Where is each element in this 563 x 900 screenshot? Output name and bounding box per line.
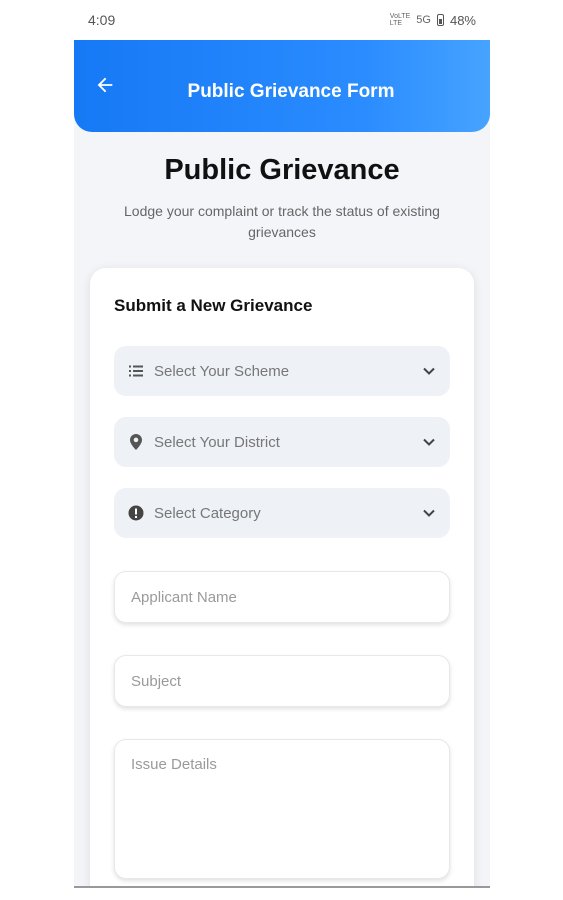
scheme-select[interactable]: Select Your Scheme [114,346,450,396]
location-pin-icon [128,434,144,450]
page-subtitle: Lodge your complaint or track the status… [124,203,440,240]
applicant-name-placeholder: Applicant Name [131,588,237,606]
grievance-form-card: Submit a New Grievance Select Your Schem… [90,268,474,886]
subject-field[interactable]: Subject [114,655,450,707]
battery-icon [436,14,444,26]
status-icons: VoLTE LTE 5G 48% [390,13,476,28]
network-indicator: VoLTE LTE [389,13,411,27]
signal-icon: 5G [416,14,431,26]
chevron-down-icon [422,364,436,378]
category-select-placeholder: Select Category [154,504,261,522]
applicant-name-field[interactable]: Applicant Name [114,571,450,623]
page-title: Public Grievance [164,154,400,186]
divider [74,886,490,888]
chevron-down-icon [422,506,436,520]
battery-percent: 48% [449,12,476,28]
app-screen: Public Grievance Form Public Grievance L… [74,40,490,886]
category-select[interactable]: Select Category [114,488,450,538]
district-select-placeholder: Select Your District [154,433,280,451]
issue-details-placeholder: Issue Details [131,756,217,773]
alert-circle-icon [128,505,144,521]
status-time: 4:09 [88,12,116,28]
list-icon [128,363,144,379]
status-bar: 4:09 VoLTE LTE 5G 48% [74,0,490,40]
scheme-select-placeholder: Select Your Scheme [154,362,290,380]
form-title: Submit a New Grievance [114,296,313,315]
subject-placeholder: Subject [131,672,182,690]
district-select[interactable]: Select Your District [114,417,450,467]
app-bar: Public Grievance Form [74,40,490,132]
issue-details-field[interactable]: Issue Details [114,739,450,879]
app-bar-title: Public Grievance Form [187,81,395,102]
chevron-down-icon [422,435,436,449]
